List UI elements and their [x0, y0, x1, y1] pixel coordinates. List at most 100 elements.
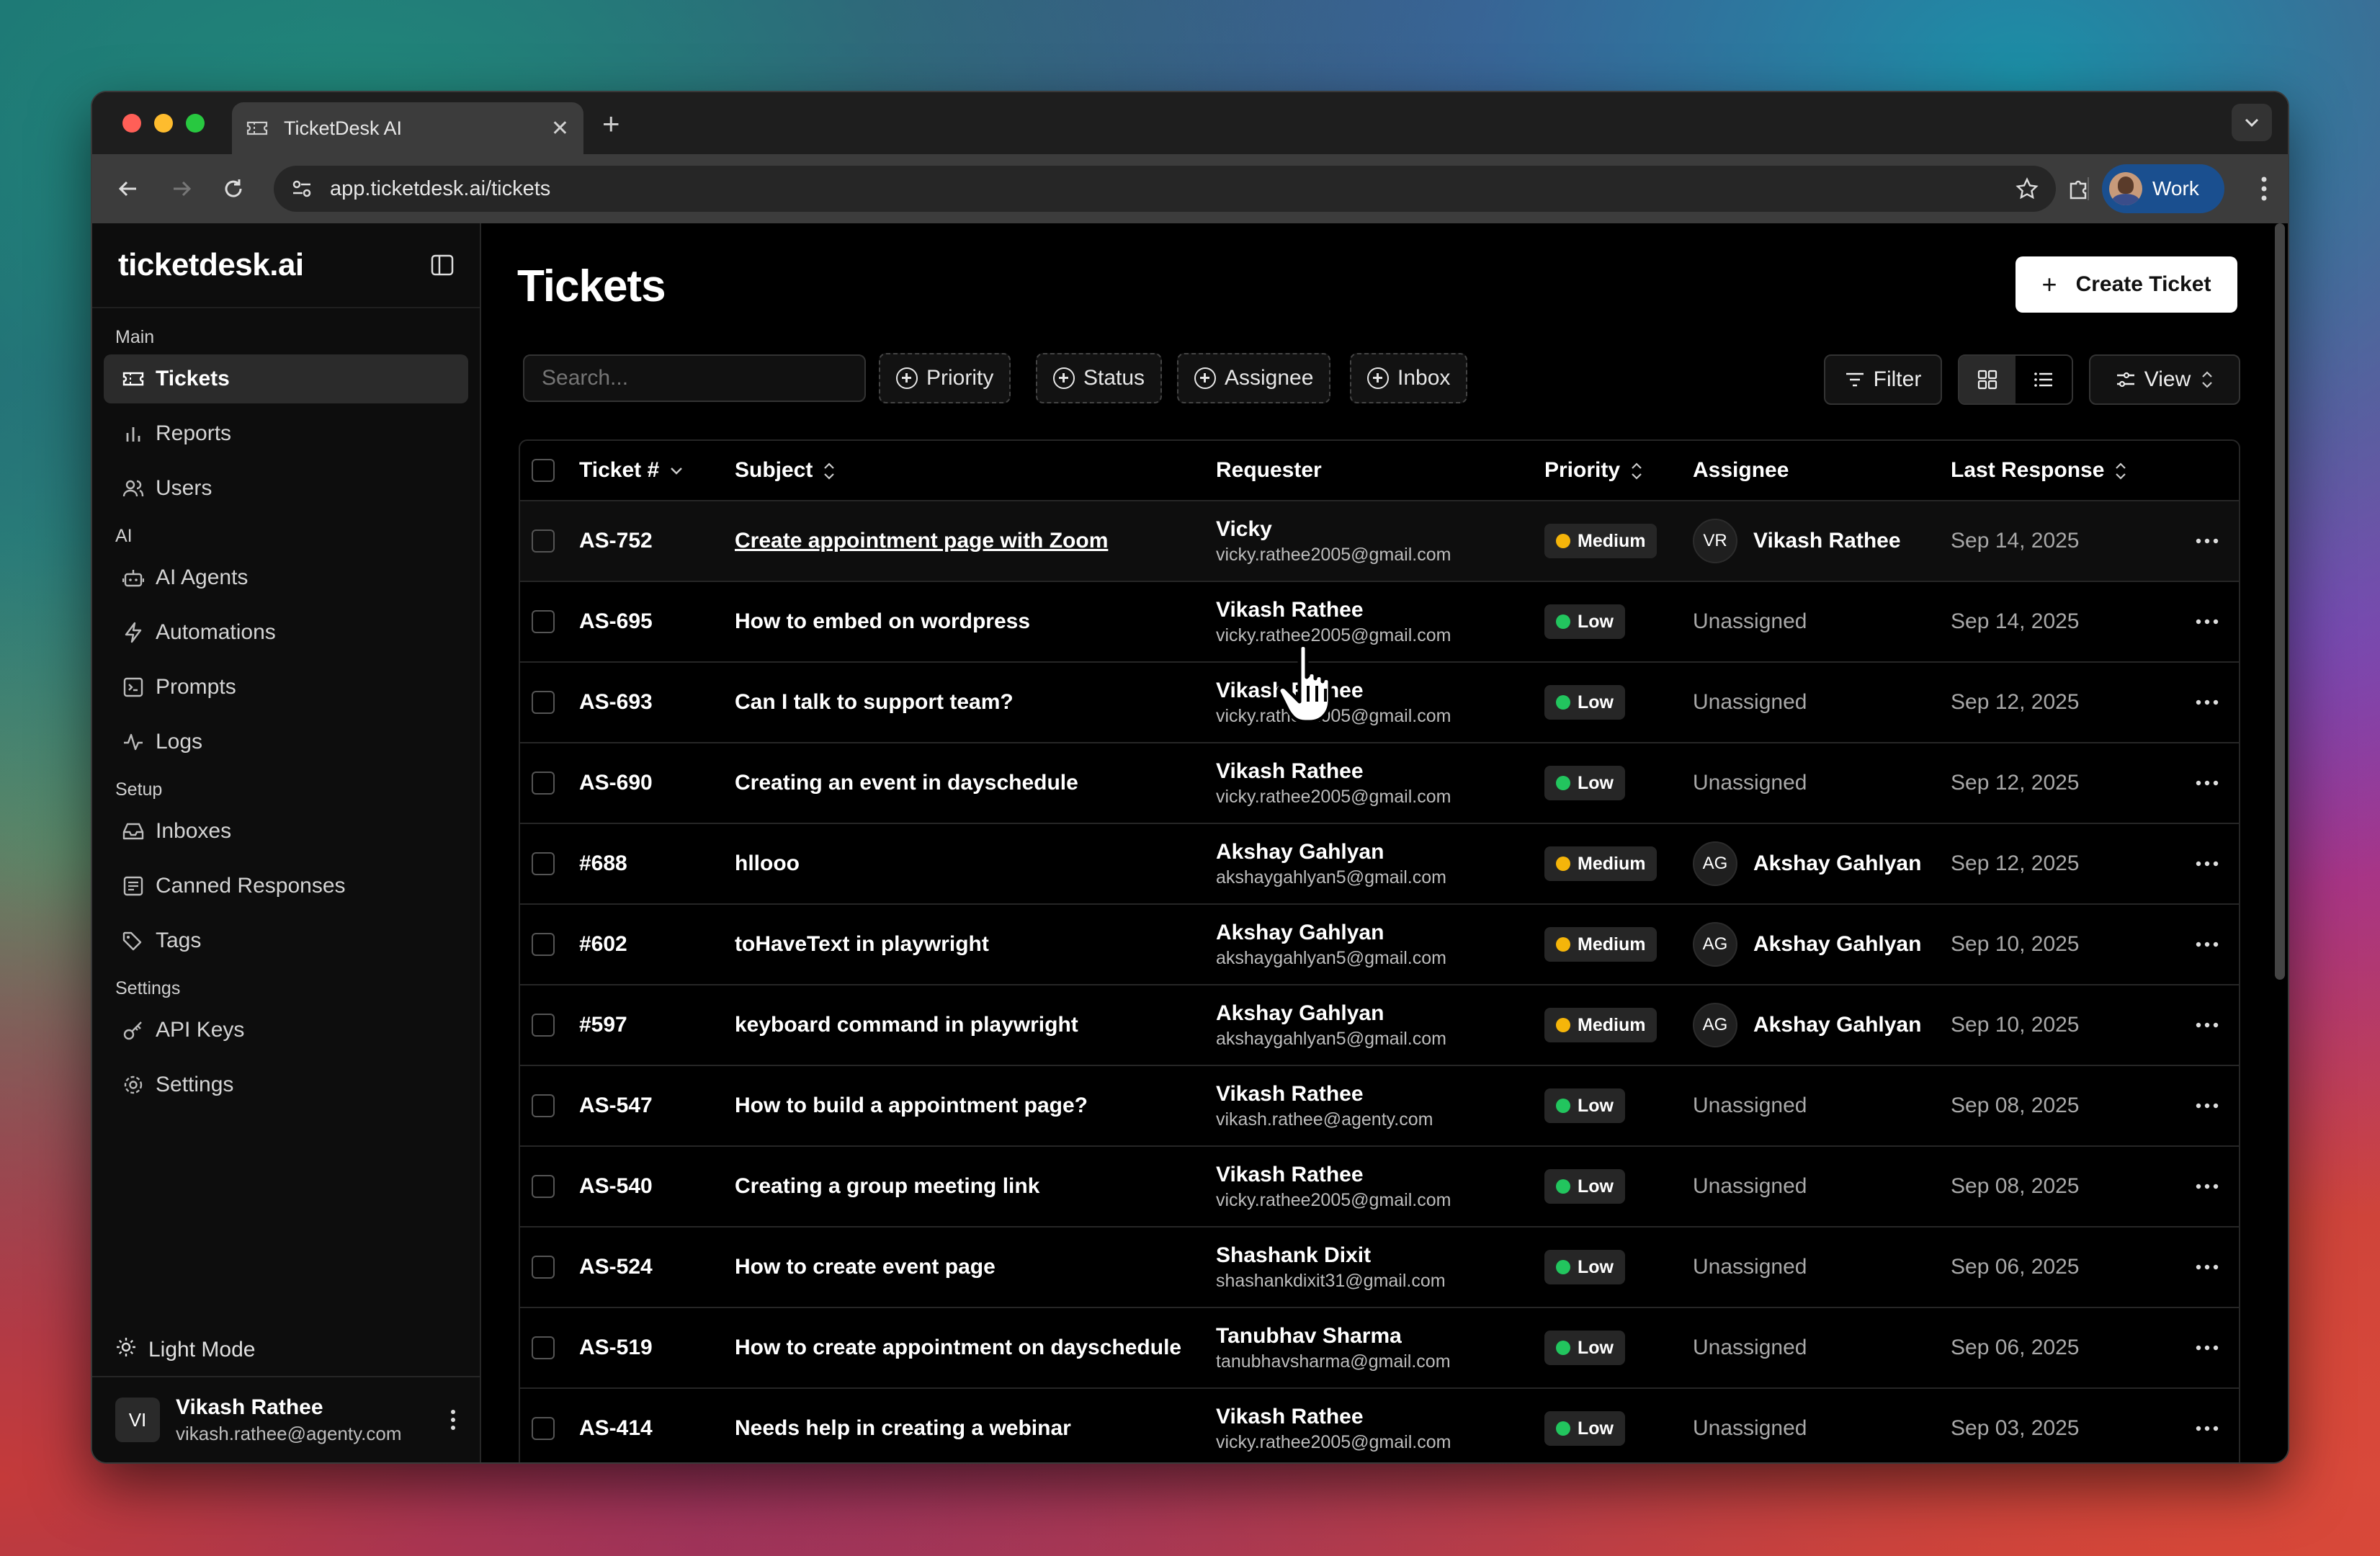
sidebar-toggle-icon[interactable]	[431, 254, 454, 276]
table-row[interactable]: #688 hllooo Akshay Gahlyan akshaygahlyan…	[520, 824, 2239, 905]
filter-button[interactable]: Filter	[1824, 354, 1942, 405]
table-row[interactable]: AS-540 Creating a group meeting link Vik…	[520, 1147, 2239, 1228]
ticket-id[interactable]: AS-519	[579, 1336, 735, 1360]
row-actions-button[interactable]	[2186, 1022, 2229, 1028]
more-vertical-icon[interactable]	[449, 1408, 457, 1431]
ticket-id[interactable]: AS-693	[579, 690, 735, 715]
bookmark-star-icon[interactable]	[2016, 177, 2039, 200]
filter-chip-inbox[interactable]: Inbox	[1350, 353, 1468, 403]
view-button[interactable]: View	[2089, 354, 2240, 405]
ticket-subject[interactable]: Create appointment page with Zoom	[735, 529, 1216, 553]
ticket-subject[interactable]: Needs help in creating a webinar	[735, 1416, 1216, 1441]
table-row[interactable]: #597 keyboard command in playwright Aksh…	[520, 985, 2239, 1066]
ticket-subject[interactable]: keyboard command in playwright	[735, 1013, 1216, 1037]
table-row[interactable]: AS-690 Creating an event in dayschedule …	[520, 743, 2239, 824]
ticket-subject[interactable]: How to create appointment on dayschedule	[735, 1336, 1216, 1360]
row-actions-button[interactable]	[2186, 1103, 2229, 1109]
ticket-id[interactable]: #602	[579, 932, 735, 957]
profile-button[interactable]: Work	[2102, 164, 2224, 213]
table-row[interactable]: AS-752 Create appointment page with Zoom…	[520, 501, 2239, 582]
ticket-id[interactable]: AS-695	[579, 609, 735, 634]
row-actions-button[interactable]	[2186, 1264, 2229, 1270]
minimize-window-button[interactable]	[154, 114, 173, 133]
back-button[interactable]	[111, 171, 146, 206]
ticket-subject[interactable]: Creating a group meeting link	[735, 1174, 1216, 1199]
sidebar-item-api-keys[interactable]: API Keys	[104, 1006, 468, 1055]
address-bar[interactable]: app.ticketdesk.ai/tickets	[274, 166, 2056, 212]
table-row[interactable]: AS-519 How to create appointment on days…	[520, 1308, 2239, 1389]
close-window-button[interactable]	[122, 114, 141, 133]
row-actions-button[interactable]	[2186, 619, 2229, 625]
sidebar-item-reports[interactable]: Reports	[104, 409, 468, 458]
create-ticket-button[interactable]: + Create Ticket	[2016, 256, 2237, 313]
ticket-id[interactable]: #688	[579, 851, 735, 876]
row-checkbox[interactable]	[532, 772, 555, 795]
ticket-id[interactable]: AS-690	[579, 771, 735, 795]
select-all-checkbox[interactable]	[532, 459, 555, 482]
row-actions-button[interactable]	[2186, 861, 2229, 867]
extensions-button[interactable]	[2063, 173, 2095, 205]
row-checkbox[interactable]	[532, 691, 555, 714]
ticket-subject[interactable]: Can I talk to support team?	[735, 690, 1216, 715]
filter-chip-priority[interactable]: Priority	[879, 353, 1011, 403]
row-actions-button[interactable]	[2186, 780, 2229, 786]
ticket-subject[interactable]: Creating an event in dayschedule	[735, 771, 1216, 795]
sidebar-item-tags[interactable]: Tags	[104, 916, 468, 965]
sidebar-item-inboxes[interactable]: Inboxes	[104, 807, 468, 856]
row-actions-button[interactable]	[2186, 1426, 2229, 1431]
light-mode-toggle[interactable]: Light Mode	[92, 1324, 480, 1376]
ticket-id[interactable]: AS-540	[579, 1174, 735, 1199]
column-ticket-number[interactable]: Ticket #	[579, 458, 735, 483]
row-checkbox[interactable]	[532, 933, 555, 956]
row-checkbox[interactable]	[532, 852, 555, 875]
row-actions-button[interactable]	[2186, 538, 2229, 544]
close-tab-icon[interactable]: ✕	[551, 116, 569, 141]
tab-search-button[interactable]	[2232, 104, 2272, 141]
forward-button[interactable]	[164, 171, 199, 206]
sidebar-item-tickets[interactable]: Tickets	[104, 354, 468, 403]
row-checkbox[interactable]	[532, 529, 555, 553]
browser-tab[interactable]: TicketDesk AI ✕	[232, 102, 583, 154]
column-priority[interactable]: Priority	[1544, 458, 1693, 483]
table-row[interactable]: AS-693 Can I talk to support team? Vikas…	[520, 663, 2239, 743]
maximize-window-button[interactable]	[186, 114, 205, 133]
browser-menu-button[interactable]	[2260, 176, 2268, 205]
sidebar-item-logs[interactable]: Logs	[104, 717, 468, 766]
list-view-button[interactable]	[2016, 356, 2072, 403]
table-row[interactable]: AS-524 How to create event page Shashank…	[520, 1228, 2239, 1308]
table-row[interactable]: AS-414 Needs help in creating a webinar …	[520, 1389, 2239, 1462]
row-actions-button[interactable]	[2186, 1184, 2229, 1189]
sidebar-item-canned-responses[interactable]: Canned Responses	[104, 862, 468, 911]
sidebar-item-users[interactable]: Users	[104, 464, 468, 513]
grid-view-button[interactable]	[1959, 356, 2016, 403]
table-row[interactable]: AS-547 How to build a appointment page? …	[520, 1066, 2239, 1147]
ticket-subject[interactable]: How to build a appointment page?	[735, 1094, 1216, 1118]
sidebar-item-automations[interactable]: Automations	[104, 608, 468, 657]
row-checkbox[interactable]	[532, 1417, 555, 1440]
row-actions-button[interactable]	[2186, 699, 2229, 705]
ticket-subject[interactable]: How to create event page	[735, 1255, 1216, 1279]
ticket-subject[interactable]: How to embed on wordpress	[735, 609, 1216, 634]
ticket-subject[interactable]: toHaveText in playwright	[735, 932, 1216, 957]
site-settings-icon[interactable]	[291, 178, 313, 200]
row-checkbox[interactable]	[532, 1175, 555, 1198]
ticket-id[interactable]: AS-414	[579, 1416, 735, 1441]
search-input[interactable]	[523, 354, 866, 402]
column-subject[interactable]: Subject	[735, 458, 1216, 483]
row-actions-button[interactable]	[2186, 1345, 2229, 1351]
ticket-id[interactable]: AS-547	[579, 1094, 735, 1118]
reload-button[interactable]	[216, 171, 251, 206]
ticket-id[interactable]: #597	[579, 1013, 735, 1037]
new-tab-button[interactable]: +	[602, 107, 620, 141]
sidebar-item-prompts[interactable]: Prompts	[104, 663, 468, 712]
ticket-subject[interactable]: hllooo	[735, 851, 1216, 876]
ticket-id[interactable]: AS-524	[579, 1255, 735, 1279]
sidebar-item-settings[interactable]: Settings	[104, 1060, 468, 1109]
row-checkbox[interactable]	[532, 1094, 555, 1117]
column-last-response[interactable]: Last Response	[1951, 458, 2186, 483]
app-logo[interactable]: ticketdesk.ai	[118, 247, 431, 283]
sidebar-item-ai-agents[interactable]: AI Agents	[104, 553, 468, 602]
user-profile[interactable]: VI Vikash Rathee vikash.rathee@agenty.co…	[92, 1376, 480, 1462]
row-checkbox[interactable]	[532, 1336, 555, 1359]
filter-chip-status[interactable]: Status	[1036, 353, 1163, 403]
